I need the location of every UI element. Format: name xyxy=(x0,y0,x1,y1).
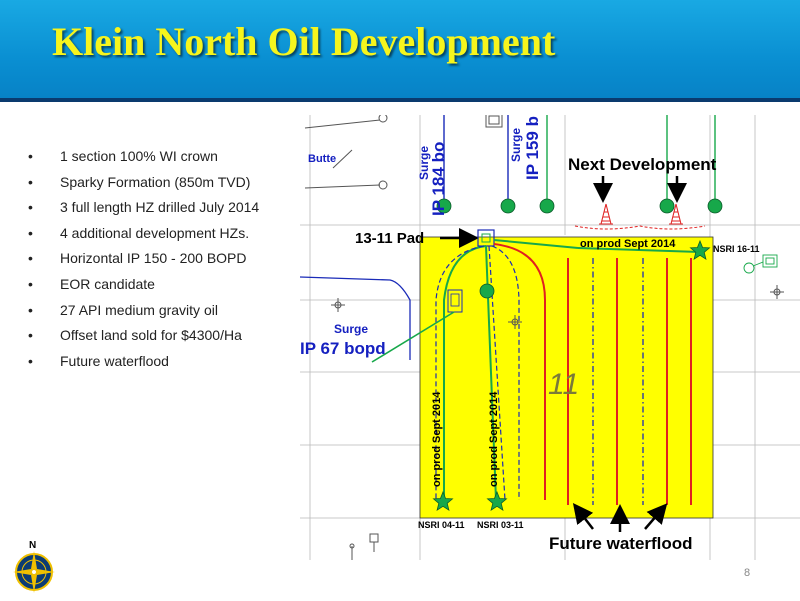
butte-label: Butte xyxy=(308,153,336,165)
on-prod-label-top: on prod Sept 2014 xyxy=(580,238,676,250)
compass-icon: N xyxy=(10,538,58,596)
offset-wells xyxy=(743,254,778,274)
map-symbol xyxy=(349,533,379,560)
svg-text:on prod Sept 2014: on prod Sept 2014 xyxy=(488,391,500,487)
bullet-item: Offset land sold for $4300/Ha xyxy=(28,323,308,349)
svg-text:on prod Sept 2014: on prod Sept 2014 xyxy=(431,391,443,487)
nsri-label-3: NSRI 16-11 xyxy=(713,244,760,254)
next-development-label: Next Development xyxy=(568,155,717,174)
ip-label-2: IP 159 b xyxy=(523,116,542,180)
bullet-item: EOR candidate xyxy=(28,272,308,298)
nsri-label-1: NSRI 04-11 xyxy=(418,520,465,530)
bullet-item: 4 additional development HZs. xyxy=(28,221,308,247)
svg-text:IP 184 bo: IP 184 bo xyxy=(429,142,448,216)
on-prod-label-left-2: on prod Sept 2014 xyxy=(488,391,500,487)
title-divider xyxy=(0,98,800,102)
bullet-item: 27 API medium gravity oil xyxy=(28,298,308,324)
well-map: Butte Surge IP 184 bo Surge IP 159 b Nex… xyxy=(300,115,800,560)
bullet-item: 1 section 100% WI crown xyxy=(28,144,308,170)
compass-north-label: N xyxy=(29,540,36,551)
bullet-item: Sparky Formation (850m TVD) xyxy=(28,170,308,196)
ip-label-1: IP 184 bo xyxy=(429,142,448,216)
well-map-svg: Butte Surge IP 184 bo Surge IP 159 b Nex… xyxy=(300,115,800,560)
page-number: 8 xyxy=(744,567,751,579)
svg-text:Surge: Surge xyxy=(509,128,523,162)
slide-title: Klein North Oil Development xyxy=(52,19,556,64)
on-prod-label-left-1: on prod Sept 2014 xyxy=(431,391,443,487)
surge-label-2: Surge xyxy=(509,128,523,162)
bullet-list: 1 section 100% WI crown Sparky Formation… xyxy=(28,144,308,374)
future-waterflood-label: Future waterflood xyxy=(549,534,693,553)
section-number: 11 xyxy=(548,368,579,401)
ip-label-3: IP 67 bopd xyxy=(300,339,386,358)
derrick-icon xyxy=(598,203,614,225)
pad-label: 13-11 Pad xyxy=(355,230,424,247)
map-symbol xyxy=(770,285,784,299)
nsri-label-2: NSRI 03-11 xyxy=(477,520,524,530)
bullet-item: 3 full length HZ drilled July 2014 xyxy=(28,195,308,221)
bullet-item: Horizontal IP 150 - 200 BOPD xyxy=(28,246,308,272)
bullet-item: Future waterflood xyxy=(28,349,308,375)
surge-label-3: Surge xyxy=(334,322,368,336)
svg-text:IP 159 b: IP 159 b xyxy=(523,116,542,180)
title-banner: Klein North Oil Development xyxy=(0,0,800,98)
well-dot-icon xyxy=(479,283,495,299)
offset-wells xyxy=(304,115,503,190)
